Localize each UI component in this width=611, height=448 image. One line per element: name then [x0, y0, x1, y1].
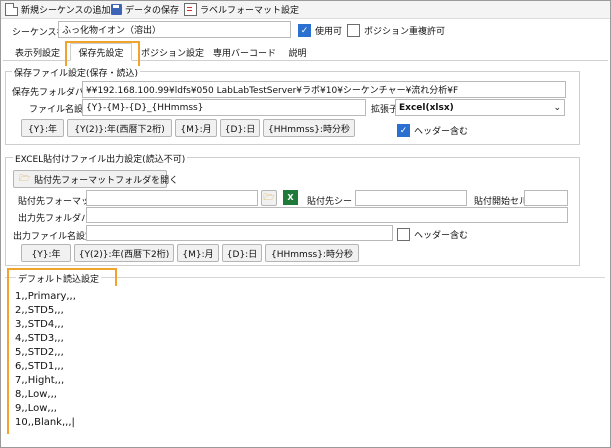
default-read-title: デフォルト読込設定	[16, 272, 102, 285]
save-time-button[interactable]: {HHmmss}:時分秒	[263, 119, 355, 137]
default-read-line: 8,,Low,,,	[15, 389, 57, 400]
excel-month-label: {M}:月	[182, 249, 214, 260]
excel-year2-label: {Y(2)}:年(西暦下2桁)	[78, 249, 170, 260]
sequence-name-value: ふっ化物イオン（溶出）	[62, 26, 162, 36]
tab-display-columns[interactable]: 表示列設定	[9, 43, 66, 61]
folder-icon: 🗁	[263, 193, 275, 203]
save-folder-path-value: ¥¥192.168.100.99¥ldfs¥050 LabLabTestServ…	[86, 86, 459, 96]
excel-header-check-icon	[397, 228, 410, 241]
label-format-label: ラベルフォーマット設定	[200, 5, 300, 16]
tab-position[interactable]: ポジション設定	[141, 43, 204, 61]
default-read-textarea[interactable]	[9, 286, 607, 444]
excel-year-label: {Y}:年	[31, 249, 61, 260]
chevron-down-icon: ⌄	[553, 102, 561, 113]
excel-day-label: {D}:日	[226, 249, 258, 260]
excel-time-label: {HHmmss}:時分秒	[271, 249, 353, 260]
folder-icon: 🗁	[19, 174, 31, 184]
browse-folder-button[interactable]: 🗁	[261, 190, 277, 206]
excel-time-button[interactable]: {HHmmss}:時分秒	[265, 244, 359, 262]
output-file-label: 出力ファイル名設定	[13, 232, 95, 242]
save-time-label: {HHmmss}:時分秒	[268, 124, 350, 135]
default-read-line: 7,,Hight,,,	[15, 375, 65, 386]
output-folder-input[interactable]	[86, 207, 568, 223]
default-read-line: 1,,Primary,,,	[15, 291, 76, 302]
save-year-button[interactable]: {Y}:年	[21, 119, 64, 137]
save-header-label: ヘッダー含む	[414, 127, 469, 137]
file-name-input[interactable]: {Y}-{M}-{D}_{HHmmss}	[82, 99, 366, 116]
paste-sheet-input[interactable]	[355, 190, 467, 206]
excel-header-label: ヘッダー含む	[414, 231, 469, 241]
excel-icon[interactable]: X	[283, 190, 298, 205]
tab-description[interactable]: 説明	[283, 43, 312, 61]
extension-select[interactable]: Excel(xlsx) ⌄	[395, 99, 565, 116]
save-year2-button[interactable]: {Y(2)}:年(西暦下2桁)	[67, 119, 172, 137]
save-day-button[interactable]: {D}:日	[220, 119, 260, 137]
default-read-line: 6,,STD1,,,	[15, 361, 64, 372]
save-day-label: {D}:日	[224, 124, 256, 135]
enabled-check-icon: ✓	[298, 24, 311, 37]
open-format-folder-button[interactable]: 🗁 貼付先フォーマットフォルダを開く	[13, 170, 178, 188]
default-read-line: 9,,Low,,,	[15, 403, 57, 414]
default-read-line: 3,,STD4,,,	[15, 319, 64, 330]
output-file-input[interactable]	[86, 225, 393, 241]
default-read-line: 5,,STD2,,,	[15, 347, 64, 358]
tab-barcode[interactable]: 専用バーコード	[210, 43, 279, 61]
default-read-line: 10,,Blank,,,|	[15, 417, 75, 428]
sequence-name-input[interactable]: ふっ化物イオン（溶出）	[58, 21, 291, 38]
paste-format-input[interactable]	[86, 190, 258, 206]
label-format-icon	[184, 2, 197, 16]
excel-month-button[interactable]: {M}:月	[177, 244, 219, 262]
save-folder-path-input[interactable]: ¥¥192.168.100.99¥ldfs¥050 LabLabTestServ…	[82, 81, 566, 98]
paste-sheet-label: 貼付先シート	[307, 197, 362, 207]
new-sequence-label: 新規シーケンスの追加	[21, 5, 111, 16]
save-month-button[interactable]: {M}:月	[175, 119, 217, 137]
default-read-line: 4,,STD3,,,	[15, 333, 64, 344]
excel-header-checkbox[interactable]: ヘッダー含む	[397, 228, 468, 241]
save-data-label: データの保存	[125, 5, 180, 16]
save-month-label: {M}:月	[180, 124, 212, 135]
open-format-folder-label: 貼付先フォーマットフォルダを開く	[34, 175, 179, 186]
excel-output-group-title: EXCEL貼付けファイル出力設定(読込不可)	[13, 152, 188, 165]
save-data-button[interactable]: データの保存	[111, 2, 179, 16]
save-header-checkbox[interactable]: ✓ ヘッダー含む	[397, 124, 468, 137]
new-document-icon	[5, 2, 18, 16]
save-icon	[111, 3, 122, 15]
paste-start-cell-label: 貼付開始セル	[474, 197, 529, 207]
tab-description-label: 説明	[288, 48, 307, 59]
enabled-checkbox[interactable]: ✓ 使用可	[298, 24, 342, 37]
save-header-check-icon: ✓	[397, 124, 410, 137]
overlap-label: ポジション重複許可	[364, 27, 446, 37]
save-folder-path-label: 保存先フォルダパス	[12, 88, 94, 98]
save-file-group-title: 保存ファイル設定(保存・読込)	[12, 66, 141, 79]
excel-year-button[interactable]: {Y}:年	[21, 244, 71, 262]
overlap-check-icon	[347, 24, 360, 37]
save-year-label: {Y}:年	[28, 124, 57, 135]
enabled-label: 使用可	[315, 27, 343, 37]
file-name-value: {Y}-{M}-{D}_{HHmmss}	[86, 102, 204, 113]
label-format-button[interactable]: ラベルフォーマット設定	[184, 2, 299, 16]
excel-year2-button[interactable]: {Y(2)}:年(西暦下2桁)	[74, 244, 174, 262]
extension-label: 拡張子	[371, 105, 399, 115]
tab-display-columns-label: 表示列設定	[14, 48, 60, 59]
overlap-checkbox[interactable]: ポジション重複許可	[347, 24, 445, 37]
default-read-line: 2,,STD5,,,	[15, 305, 64, 316]
save-year2-label: {Y(2)}:年(西暦下2桁)	[74, 124, 165, 135]
paste-start-cell-input[interactable]	[524, 190, 568, 206]
extension-value: Excel(xlsx)	[399, 102, 454, 113]
excel-day-button[interactable]: {D}:日	[222, 244, 262, 262]
new-sequence-button[interactable]: 新規シーケンスの追加	[5, 2, 111, 16]
tab-position-label: ポジション設定	[141, 48, 205, 59]
tab-barcode-label: 専用バーコード	[212, 48, 276, 59]
